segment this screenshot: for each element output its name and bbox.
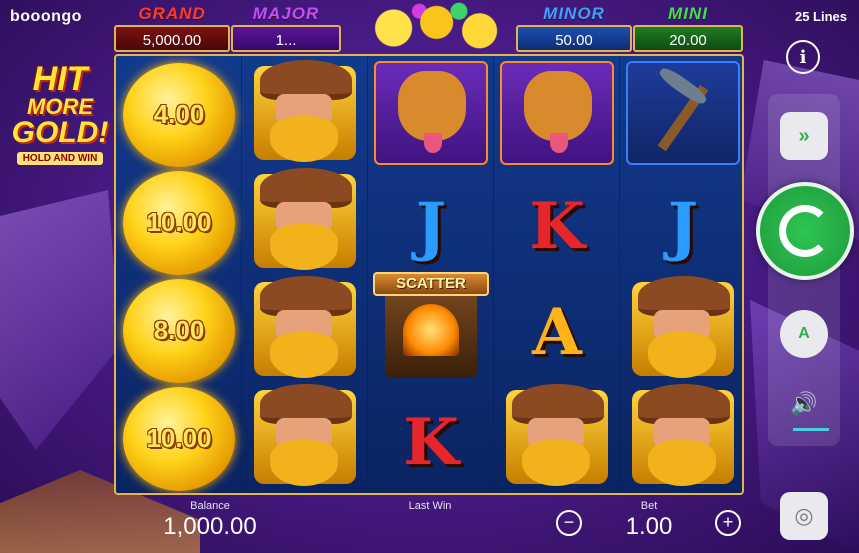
jackpot-minor-label: MINOR xyxy=(543,4,605,23)
logo-line-2: MORE xyxy=(27,94,93,119)
reel-cell: A xyxy=(494,278,620,387)
miner-symbol xyxy=(246,275,364,382)
jackpot-grand: GRAND 5,000.00 xyxy=(114,4,230,52)
bet-value: 1.00 xyxy=(625,513,673,540)
jackpot-minor: MINOR 50.00 xyxy=(516,4,632,52)
pickaxe-symbol xyxy=(626,60,740,165)
speaker-icon: 🔊 xyxy=(790,391,818,416)
coin-value: 8.00 xyxy=(153,315,205,345)
gold-coin-symbol: 8.00 xyxy=(123,278,235,383)
reel-cell: K xyxy=(368,388,494,493)
reel-cell xyxy=(620,58,742,167)
bet-decrease-button[interactable]: − xyxy=(556,510,582,536)
reel-cell: K xyxy=(494,172,620,281)
treasure-pile-image xyxy=(342,0,514,56)
miner-symbol xyxy=(498,383,616,490)
reel-1: 4.00 10.00 8.00 10.00 xyxy=(116,56,242,493)
reel-cell: 10.00 xyxy=(116,384,242,493)
top-bar: booongo GRAND 5,000.00 MAJOR 1... MINOR … xyxy=(0,0,859,56)
miner-symbol xyxy=(246,59,364,166)
fast-forward-icon: » xyxy=(798,124,810,147)
game-logo: HIT MORE GOLD! HOLD AND WIN xyxy=(6,62,114,180)
letter-k-symbol: K xyxy=(529,189,585,264)
reel-cell xyxy=(494,58,620,167)
jackpot-mini: MINI 20.00 xyxy=(633,4,743,52)
jackpot-mini-label: MINI xyxy=(668,4,708,23)
spin-arrow-icon xyxy=(779,205,831,257)
gold-coin-symbol: 10.00 xyxy=(123,386,235,491)
reel-cell xyxy=(242,382,368,491)
coin-value: 4.00 xyxy=(153,99,205,129)
bet-label: Bet xyxy=(640,500,658,512)
miner-symbol xyxy=(246,167,364,274)
reel-cell xyxy=(368,58,494,167)
reel-2 xyxy=(242,56,368,493)
logo-line-3: GOLD! xyxy=(11,116,109,149)
letter-k-symbol: K xyxy=(403,405,459,480)
volume-indicator xyxy=(793,428,829,431)
reel-cell: 10.00 xyxy=(116,168,242,277)
turbo-button[interactable]: » xyxy=(780,112,828,160)
scatter-symbol: SCATTER xyxy=(373,270,489,388)
autoplay-button[interactable]: A xyxy=(780,310,828,358)
miner-symbol xyxy=(624,275,742,382)
balance-label: Balance xyxy=(190,500,230,512)
reel-cell xyxy=(494,382,620,491)
dog-symbol xyxy=(500,60,614,165)
autoplay-icon: A xyxy=(798,325,810,342)
dog-symbol xyxy=(374,60,488,165)
letter-j-symbol: J xyxy=(415,189,447,264)
balance-display: Balance 1,000.00 xyxy=(150,500,270,541)
reel-cell: 8.00 xyxy=(116,276,242,385)
gold-coin-symbol: 4.00 xyxy=(123,62,235,167)
reel-cell: J xyxy=(368,172,494,281)
coin-stack-icon: ◎ xyxy=(794,503,814,528)
logo-line-1: HIT xyxy=(32,60,88,98)
jackpot-major-label: MAJOR xyxy=(252,4,320,23)
sound-button[interactable]: 🔊 xyxy=(780,380,828,428)
gold-coin-symbol: 10.00 xyxy=(123,170,235,275)
reel-cell xyxy=(242,166,368,275)
jackpot-grand-value: 5,000.00 xyxy=(114,25,230,52)
jackpot-grand-label: GRAND xyxy=(138,4,206,23)
letter-a-symbol: A xyxy=(532,295,582,370)
bet-settings-button[interactable]: ◎ xyxy=(780,492,828,540)
bet-increase-button[interactable]: + xyxy=(715,510,741,536)
bet-display: Bet 1.00 xyxy=(600,500,698,541)
last-win-label: Last Win xyxy=(408,500,452,512)
last-win-display: Last Win xyxy=(380,500,480,513)
logo-tagline: HOLD AND WIN xyxy=(16,152,104,165)
reel-4: K A xyxy=(494,56,620,493)
paylines-count: 25 Lines xyxy=(794,9,847,24)
reel-cell: SCATTER xyxy=(368,270,494,388)
reel-cell: 4.00 xyxy=(116,60,242,169)
reel-cell xyxy=(620,382,742,491)
jackpot-mini-value: 20.00 xyxy=(633,25,743,52)
scatter-label: SCATTER xyxy=(373,272,489,296)
reel-cell xyxy=(242,274,368,383)
jackpot-major: MAJOR 1... xyxy=(231,4,341,52)
balance-value: 1,000.00 xyxy=(163,513,257,540)
coin-value: 10.00 xyxy=(146,423,212,453)
reel-cell xyxy=(242,58,368,167)
miner-symbol xyxy=(624,383,742,490)
letter-j-symbol: J xyxy=(667,189,699,264)
brand-logo: booongo xyxy=(10,8,82,25)
reel-cell: J xyxy=(620,172,742,281)
coin-value: 10.00 xyxy=(146,207,212,237)
miner-symbol xyxy=(246,383,364,490)
jackpot-minor-value: 50.00 xyxy=(516,25,632,52)
reel-cell xyxy=(620,274,742,383)
reel-5: J xyxy=(620,56,742,493)
spin-button[interactable] xyxy=(756,182,854,280)
reel-3: J SCATTER K xyxy=(368,56,494,493)
jackpot-major-value: 1... xyxy=(231,25,341,52)
info-button[interactable]: i xyxy=(786,40,820,74)
reel-grid: 4.00 10.00 8.00 10.00 J SCATTER K K A J xyxy=(114,54,744,495)
